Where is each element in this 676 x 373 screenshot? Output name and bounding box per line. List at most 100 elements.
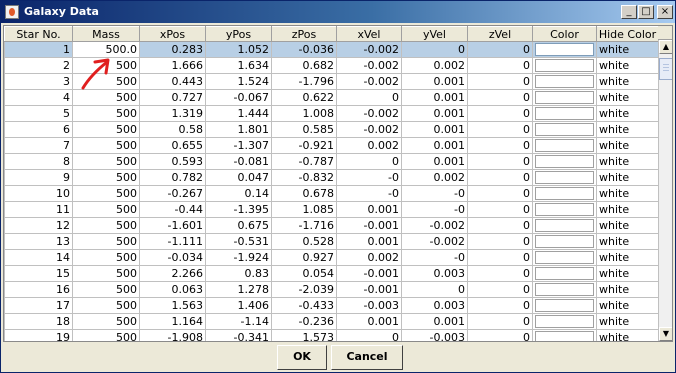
table-cell[interactable]: 0.003 [401,297,468,314]
table-cell[interactable]: white [596,265,659,282]
table-cell[interactable]: 16 [4,281,73,298]
table-cell[interactable]: 1.634 [205,57,272,74]
table-cell[interactable]: 2.266 [139,265,206,282]
table-cell[interactable]: white [596,73,659,90]
table-cell[interactable]: 0.003 [401,265,468,282]
table-row[interactable]: 7 500 0.655 -1.307 -0.921 0.002 0.001 0 white [4,137,659,154]
table-cell[interactable]: 1.008 [271,105,337,122]
column-header[interactable]: xVel [336,26,402,42]
table-cell[interactable]: -0.002 [336,41,402,58]
table-cell[interactable]: -0.531 [205,233,272,250]
color-swatch-cell[interactable] [532,41,597,58]
table-cell[interactable]: white [596,185,659,202]
table-cell[interactable]: -1.307 [205,137,272,154]
table-cell[interactable]: 0.002 [401,169,468,186]
column-header[interactable]: zPos [271,26,337,42]
table-cell[interactable]: 500 [72,201,140,218]
table-cell[interactable]: -0.002 [336,73,402,90]
table-cell[interactable]: 1.524 [205,73,272,90]
table-cell[interactable]: 0.054 [271,265,337,282]
color-swatch-cell[interactable] [532,57,597,74]
scroll-down-icon[interactable]: ▼ [659,327,672,341]
table-cell[interactable]: 0 [467,73,533,90]
table-cell[interactable]: -0.267 [139,185,206,202]
color-swatch[interactable] [535,299,594,312]
table-cell[interactable]: 1.406 [205,297,272,314]
table-cell[interactable]: -0.44 [139,201,206,218]
color-swatch-cell[interactable] [532,73,597,90]
table-cell[interactable]: 0 [467,281,533,298]
table-cell[interactable]: -0.001 [336,281,402,298]
table-cell[interactable]: -0.034 [139,249,206,266]
color-swatch-cell[interactable] [532,201,597,218]
table-cell[interactable]: 0.002 [401,57,468,74]
table-cell[interactable]: 1.563 [139,297,206,314]
color-swatch[interactable] [535,283,594,296]
table-cell[interactable]: 500 [72,297,140,314]
ok-button[interactable]: OK [277,345,327,370]
table-cell[interactable]: -0.341 [205,329,272,341]
table-cell[interactable]: 0 [401,281,468,298]
table-cell[interactable]: 1.319 [139,105,206,122]
table-cell[interactable]: 1.666 [139,57,206,74]
table-cell[interactable]: 11 [4,201,73,218]
table-row[interactable]: 16 500 0.063 1.278 -2.039 -0.001 0 0 white [4,281,659,298]
table-cell[interactable]: -1.14 [205,313,272,330]
table-row[interactable]: 17 500 1.563 1.406 -0.433 -0.003 0.003 0 white [4,297,659,314]
table-cell[interactable]: -0.036 [271,41,337,58]
table-cell[interactable]: 500 [72,281,140,298]
table-row[interactable]: 18 500 1.164 -1.14 -0.236 0.001 0.001 0 white [4,313,659,330]
table-cell[interactable]: 500 [72,249,140,266]
column-header[interactable]: Color [532,26,597,42]
close-button[interactable]: × [657,5,673,19]
table-cell[interactable]: -2.039 [271,281,337,298]
table-cell[interactable]: 5 [4,105,73,122]
table-cell[interactable]: 500 [72,217,140,234]
table-cell[interactable]: 0.593 [139,153,206,170]
table-cell[interactable]: 0.001 [401,105,468,122]
table-cell[interactable]: -0.001 [336,217,402,234]
table-cell[interactable]: -0 [401,249,468,266]
table-cell[interactable]: -0.002 [336,57,402,74]
table-cell[interactable]: -0.921 [271,137,337,154]
table-cell[interactable]: 0 [467,121,533,138]
table-cell[interactable]: 0 [336,153,402,170]
color-swatch-cell[interactable] [532,137,597,154]
color-swatch-cell[interactable] [532,329,597,341]
column-header[interactable]: xPos [139,26,206,42]
table-cell[interactable]: 6 [4,121,73,138]
column-header[interactable]: Star No. [4,26,73,42]
table-cell[interactable]: 0.047 [205,169,272,186]
table-row[interactable]: 12 500 -1.601 0.675 -1.716 -0.001 -0.002 0 white [4,217,659,234]
table-cell[interactable]: -0.002 [336,105,402,122]
color-swatch[interactable] [535,91,594,104]
table-cell[interactable]: 0.001 [401,89,468,106]
table-cell[interactable]: 500 [72,105,140,122]
table-cell[interactable]: 4 [4,89,73,106]
color-swatch[interactable] [535,75,594,88]
table-cell[interactable]: 0 [467,153,533,170]
table-cell[interactable]: 0.001 [401,153,468,170]
table-row[interactable]: 13 500 -1.111 -0.531 0.528 0.001 -0.002 0 white [4,233,659,250]
column-header[interactable]: yPos [205,26,272,42]
color-swatch[interactable] [535,59,594,72]
table-cell[interactable]: 0 [467,169,533,186]
table-cell[interactable]: 0 [467,265,533,282]
table-cell[interactable]: -1.796 [271,73,337,90]
table-cell[interactable]: 0 [336,329,402,341]
color-swatch[interactable] [535,331,594,341]
color-swatch-cell[interactable] [532,265,597,282]
table-cell[interactable]: white [596,57,659,74]
table-row[interactable]: 19 500 -1.908 -0.341 1.573 0 -0.003 0 white [4,329,659,341]
color-swatch[interactable] [535,187,594,200]
table-cell[interactable]: 0.063 [139,281,206,298]
table-cell[interactable]: 0 [467,105,533,122]
cancel-button[interactable]: Cancel [331,345,403,370]
color-swatch-cell[interactable] [532,313,597,330]
table-cell[interactable]: -0.002 [336,121,402,138]
table-cell[interactable]: white [596,217,659,234]
column-header[interactable]: Mass [72,26,140,42]
table-cell[interactable]: 13 [4,233,73,250]
table-cell[interactable]: 15 [4,265,73,282]
color-swatch[interactable] [535,155,594,168]
